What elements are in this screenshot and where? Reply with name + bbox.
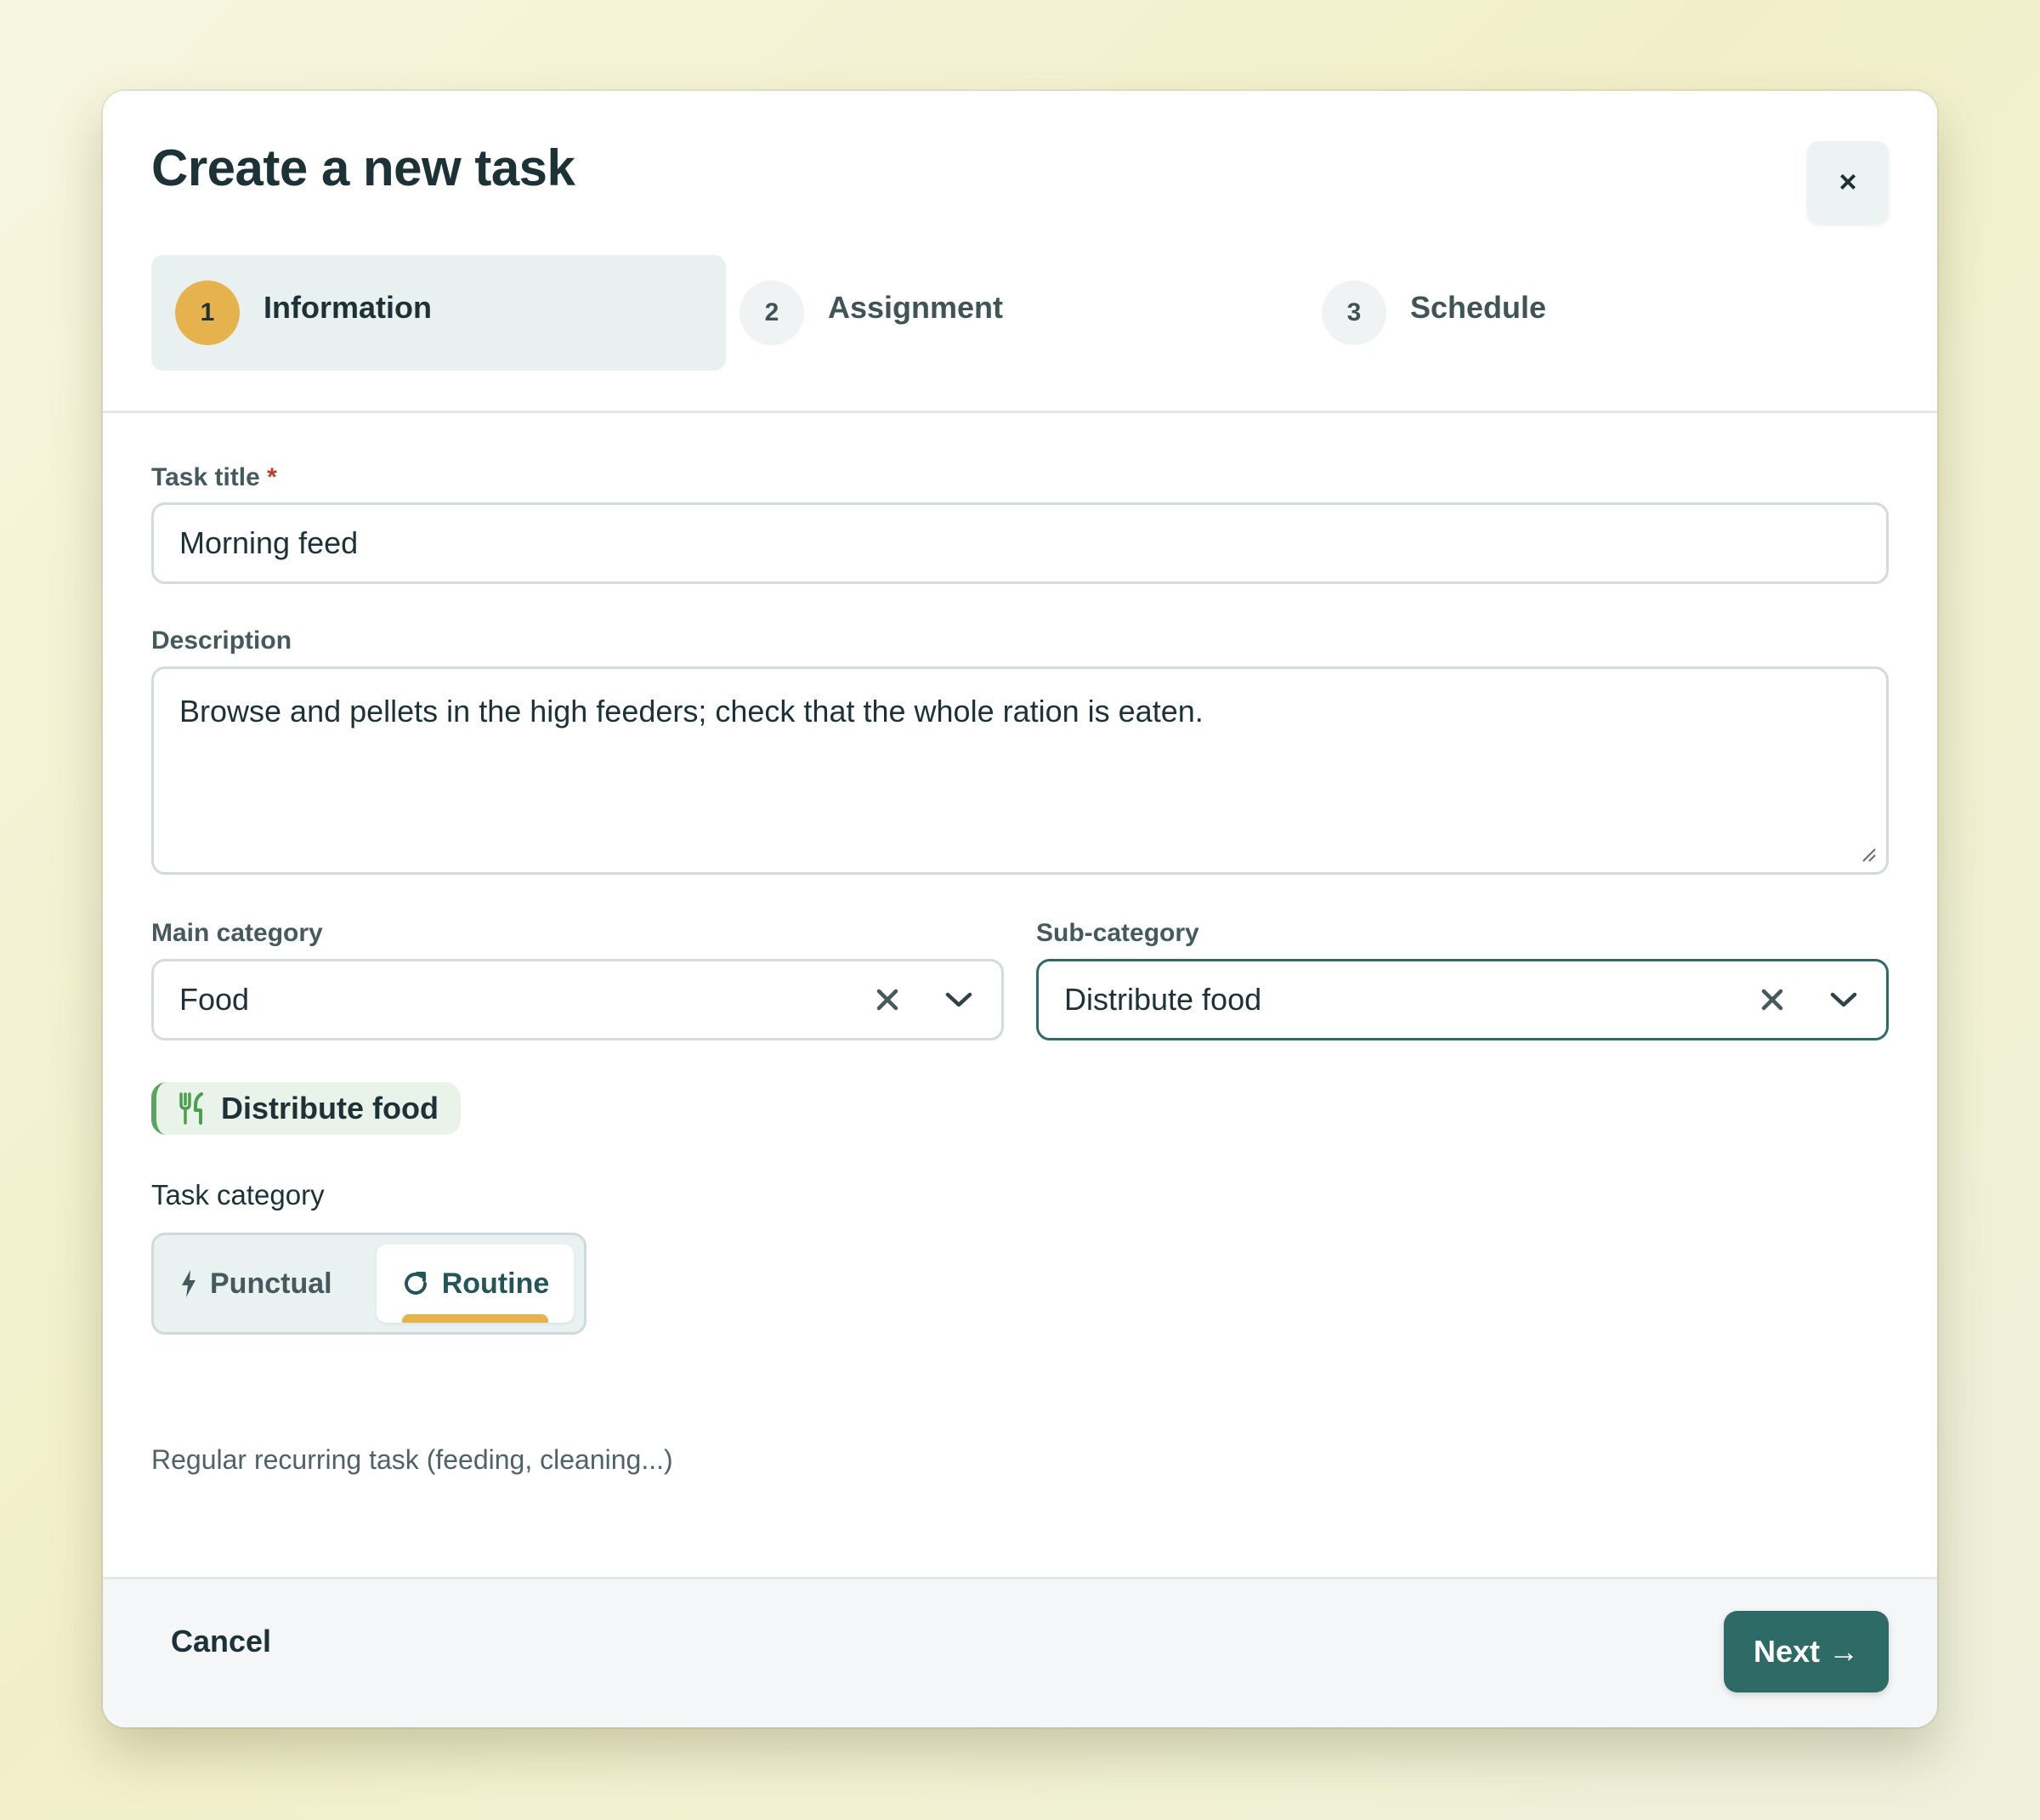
step-label: Assignment	[828, 290, 1004, 325]
step-information[interactable]: 1 Information	[151, 255, 726, 371]
step-number: 1	[175, 281, 240, 345]
resize-handle-icon[interactable]	[1861, 847, 1876, 862]
header-divider	[103, 411, 1937, 413]
step-number: 3	[1322, 281, 1386, 345]
chip-label: Distribute food	[221, 1091, 439, 1125]
main-category-label: Main category	[151, 919, 323, 947]
bolt-icon	[182, 1270, 196, 1297]
create-task-dialog: Create a new task × 1 Information 2 Assi…	[103, 91, 1937, 1727]
description-textarea[interactable]: Browse and pellets in the high feeders; …	[151, 666, 1889, 875]
description-text: Browse and pellets in the high feeders; …	[179, 694, 1204, 729]
sub-category-value: Distribute food	[1064, 982, 1262, 1017]
selected-indicator	[402, 1314, 548, 1323]
required-marker: *	[267, 463, 277, 491]
selected-subcategory-chip: Distribute food	[151, 1082, 461, 1135]
utensils-icon	[179, 1092, 203, 1125]
close-icon: ×	[1839, 164, 1857, 199]
dialog-title: Create a new task	[151, 139, 575, 196]
chevron-down-icon[interactable]	[1827, 983, 1861, 1017]
step-number: 2	[740, 281, 804, 345]
refresh-icon	[404, 1272, 427, 1295]
task-title-label-text: Task title	[151, 463, 260, 491]
task-title-label: Task title *	[151, 463, 277, 492]
task-category-helper: Regular recurring task (feeding, cleanin…	[151, 1444, 673, 1475]
sub-category-label: Sub-category	[1036, 919, 1199, 947]
close-button[interactable]: ×	[1807, 141, 1889, 223]
step-label: Schedule	[1410, 290, 1547, 325]
routine-option[interactable]: Routine	[377, 1245, 574, 1323]
cancel-button[interactable]: Cancel	[171, 1624, 271, 1659]
punctual-option[interactable]: Punctual	[179, 1245, 332, 1323]
chevron-down-icon[interactable]	[942, 983, 976, 1017]
routine-label: Routine	[441, 1267, 550, 1300]
task-category-toggle: Punctual Routine	[151, 1233, 586, 1335]
task-title-input[interactable]: Morning feed	[151, 502, 1889, 584]
main-category-value: Food	[179, 982, 250, 1017]
sub-category-select[interactable]: Distribute food	[1036, 959, 1889, 1040]
punctual-label: Punctual	[210, 1267, 332, 1300]
dialog-footer: Cancel Next →	[103, 1577, 1937, 1727]
next-label: Next	[1753, 1634, 1821, 1669]
description-label: Description	[151, 627, 292, 655]
stepper: 1 Information 2 Assignment 3 Schedule	[151, 255, 1889, 371]
clear-icon[interactable]	[1755, 983, 1789, 1017]
clear-icon[interactable]	[870, 983, 904, 1017]
step-label: Information	[264, 290, 432, 325]
next-button[interactable]: Next →	[1724, 1611, 1889, 1692]
main-category-select[interactable]: Food	[151, 959, 1004, 1040]
step-schedule[interactable]: 3 Schedule	[1317, 255, 1889, 371]
task-category-label: Task category	[151, 1179, 325, 1210]
step-assignment[interactable]: 2 Assignment	[734, 255, 1309, 371]
arrow-right-icon: →	[1828, 1634, 1860, 1669]
